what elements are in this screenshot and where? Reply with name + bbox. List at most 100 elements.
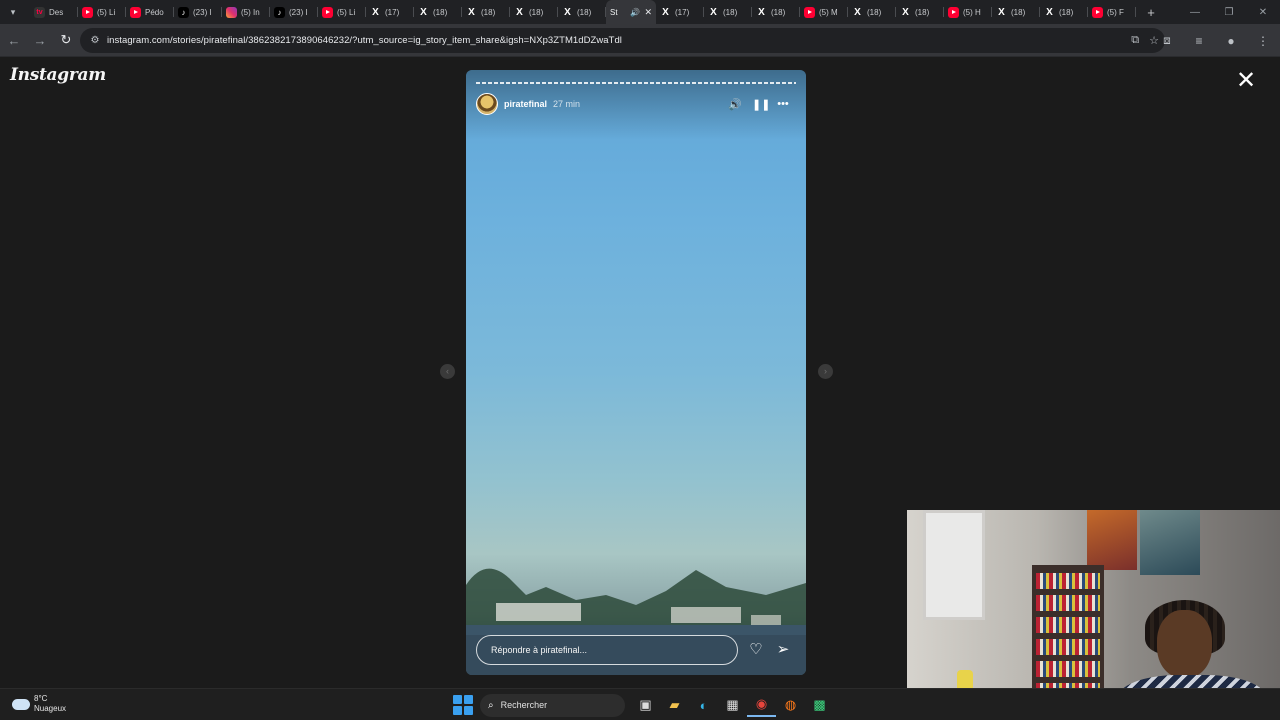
tab-label: (18) [481,7,496,17]
tab-favicon-icon: ♪ [178,6,189,18]
browser-tab[interactable]: X (18) [1040,0,1088,24]
task-view-icon[interactable]: ▣ [631,693,660,717]
store-icon[interactable]: ▦ [718,693,747,717]
window-controls: — ❐ ✕ [1178,0,1280,24]
firefox-icon[interactable]: ◍ [776,693,805,717]
share-send-icon[interactable]: ➢ [773,640,793,658]
previous-story-icon[interactable]: ‹ [440,364,455,379]
tab-favicon-icon: X [1046,6,1053,18]
story-progress-bar [476,82,796,84]
tab-favicon-icon: X [516,6,523,18]
weather-widget[interactable]: 8°C Nuageux [12,694,66,714]
like-heart-icon[interactable]: ♡ [746,640,766,658]
browser-tab[interactable]: X (18) [848,0,896,24]
tab-favicon-icon [226,6,237,18]
browser-tab[interactable]: X (18) [462,0,510,24]
volume-icon[interactable]: 🔊 [728,98,742,111]
browser-tab[interactable]: X (18) [414,0,462,24]
browser-tab[interactable]: (5) M [800,0,848,24]
browser-tab[interactable]: (5) Li [78,0,126,24]
tab-favicon-icon: ♪ [274,6,285,18]
tab-label: St [610,7,618,17]
windows-taskbar: 8°C Nuageux ⌕ Rechercher ▣ ▰ ◐ ▦ ◉ ◍ ▩ [0,688,1280,720]
pause-icon[interactable]: ❚❚ [752,98,770,111]
extensions-icon[interactable]: ⧈ [1154,28,1180,53]
more-options-icon[interactable]: ••• [776,98,790,110]
tab-strip: ▾ tv Des (5) Li Pédo ♪ (23) I (5) In ♪ (23) I (5)… [0,0,1280,24]
windows-start-icon[interactable] [453,695,473,715]
minimize-icon[interactable]: — [1178,0,1212,24]
browser-tab[interactable]: X (18) [704,0,752,24]
story-username[interactable]: piratefinal [504,99,547,109]
browser-tab[interactable]: X (18) [510,0,558,24]
media-controls-icon[interactable]: ≡ [1186,28,1212,53]
story-header: piratefinal 27 min 🔊 ❚❚ ••• [476,92,796,116]
tab-favicon-icon: X [468,6,475,18]
instagram-logo[interactable]: Instagram [10,65,106,85]
browser-tab[interactable]: Pédo [126,0,174,24]
browser-tab[interactable]: ♪ (23) I [270,0,318,24]
tab-close-icon[interactable]: ✕ [644,7,652,18]
tab-label: (18) [771,7,786,17]
browser-tab[interactable]: X (18) [558,0,606,24]
close-story-icon[interactable]: ✕ [1234,69,1258,93]
browser-tab[interactable]: (5) In [222,0,270,24]
tab-label: (17) [675,7,690,17]
forward-icon[interactable]: → [28,28,52,52]
tab-label: (18) [529,7,544,17]
tab-label: (18) [915,7,930,17]
tab-label: (18) [433,7,448,17]
taskbar-search[interactable]: ⌕ Rechercher [480,693,625,717]
browser-tab[interactable]: X (18) [752,0,800,24]
close-window-icon[interactable]: ✕ [1246,0,1280,24]
tab-label: (18) [1059,7,1074,17]
browser-tab[interactable]: X (18) [896,0,944,24]
taskbar-search-label: Rechercher [500,700,548,710]
tab-favicon-icon: X [902,6,909,18]
tab-search-icon[interactable]: ▾ [2,1,24,23]
tab-label: (5) In [241,7,260,17]
app-icon[interactable]: ▩ [805,693,834,717]
url-text[interactable]: instagram.com/stories/piratefinal/386238… [107,35,622,46]
browser-tab[interactable]: (5) Li [318,0,366,24]
tab-favicon-icon: tv [34,6,45,18]
weather-temperature: 8°C [34,694,48,703]
next-story-icon[interactable]: › [818,364,833,379]
site-info-icon[interactable]: ⚙ [86,35,104,46]
browser-tab[interactable]: (5) F [1088,0,1136,24]
menu-icon[interactable]: ⋮ [1250,28,1276,53]
browser-tab[interactable]: (5) H [944,0,992,24]
tab-favicon-icon: X [758,6,765,18]
browser-tab[interactable]: X (18) [992,0,1040,24]
restore-icon[interactable]: ❐ [1212,0,1246,24]
file-explorer-icon[interactable]: ▰ [660,693,689,717]
tab-audio-icon[interactable]: 🔊 [630,8,640,17]
tab-favicon-icon: X [564,6,571,18]
tab-favicon-icon: X [372,6,379,18]
avatar[interactable] [476,93,498,115]
profile-icon[interactable]: ● [1218,28,1244,53]
browser-toolbar: ← → ↻ ⚙ instagram.com/stories/piratefina… [0,24,1280,57]
tab-label: (18) [867,7,882,17]
story-frame[interactable]: piratefinal 27 min 🔊 ❚❚ ••• Répondre à p… [466,70,806,675]
install-app-icon[interactable]: ⧉ [1131,34,1139,47]
tab-favicon-icon: X [662,6,669,18]
weather-condition: Nuageux [34,704,67,713]
search-icon: ⌕ [488,699,494,711]
browser-tab[interactable]: tv Des [30,0,78,24]
back-icon[interactable]: ← [2,28,26,52]
browser-tab[interactable]: St 🔊 ✕ [606,0,656,24]
reply-input[interactable]: Répondre à piratefinal... [476,635,738,665]
browser-tab[interactable]: X (17) [656,0,704,24]
new-tab-button[interactable]: + [1140,1,1162,23]
story-timestamp: 27 min [553,99,581,109]
address-bar[interactable]: ⚙ instagram.com/stories/piratefinal/3862… [80,28,1165,53]
edge-icon[interactable]: ◐ [689,693,718,717]
reload-icon[interactable]: ↻ [54,28,78,52]
tab-favicon-icon: X [420,6,427,18]
tab-label: Pédo [145,7,164,17]
chrome-icon[interactable]: ◉ [747,693,776,717]
tab-label: (18) [1011,7,1026,17]
browser-tab[interactable]: X (17) [366,0,414,24]
browser-tab[interactable]: ♪ (23) I [174,0,222,24]
